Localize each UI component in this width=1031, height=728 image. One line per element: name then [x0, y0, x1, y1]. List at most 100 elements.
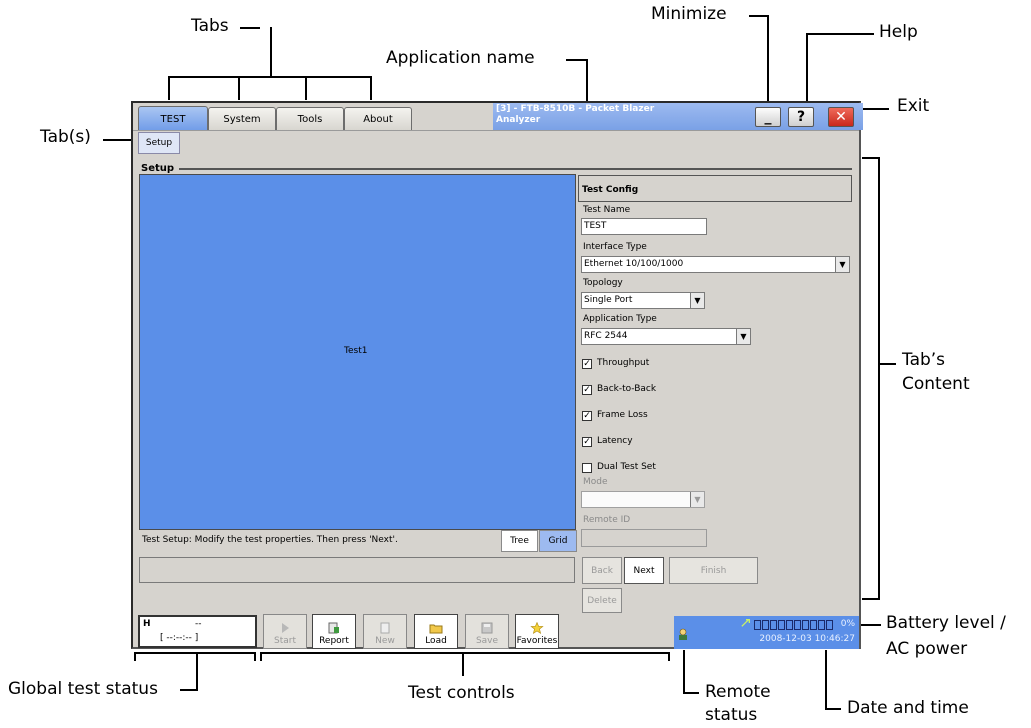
test-name-field[interactable]: TEST — [581, 218, 707, 235]
frame-loss-checkbox[interactable]: ✓ — [582, 411, 592, 421]
subtab-setup[interactable]: Setup — [138, 132, 180, 154]
new-button[interactable]: New — [363, 614, 407, 649]
callout-line — [683, 650, 685, 694]
tab-tools[interactable]: Tools — [276, 107, 344, 130]
annotation-exit: Exit — [897, 96, 930, 116]
callout-line — [270, 27, 272, 77]
callout-line — [806, 33, 874, 35]
tab-about[interactable]: About — [344, 107, 412, 130]
canvas-node-label[interactable]: Test1 — [344, 346, 367, 356]
callout-line — [134, 652, 256, 654]
annotation-tabs: Tabs — [191, 16, 229, 36]
callout-line — [668, 652, 670, 661]
callout-line — [240, 27, 260, 29]
callout-line — [825, 708, 841, 710]
callout-line — [566, 59, 588, 61]
report-button[interactable]: Report — [312, 614, 356, 649]
status-timer: [ --:--:-- ] — [160, 633, 199, 643]
title-bar: [3] - FTB-8510B - Packet Blazer Analyzer… — [493, 103, 863, 130]
status-top-value: -- — [195, 619, 202, 629]
setup-status-text: Test Setup: Modify the test properties. … — [142, 535, 398, 545]
topology-label: Topology — [583, 278, 623, 288]
start-button[interactable]: Start — [263, 614, 307, 649]
callout-line — [749, 15, 769, 17]
tree-view-button[interactable]: Tree — [501, 530, 538, 552]
latency-label: Latency — [597, 436, 633, 446]
callout-line — [806, 33, 808, 105]
latency-checkbox[interactable]: ✓ — [582, 437, 592, 447]
topology-select[interactable]: Single Port ▼ — [581, 292, 705, 309]
annotation-global-test-status: Global test status — [8, 679, 158, 699]
callout-line — [859, 108, 889, 110]
application-window: TEST System Tools About [3] - FTB-8510B … — [131, 101, 863, 649]
help-button[interactable]: ? — [788, 107, 814, 127]
interface-type-select[interactable]: Ethernet 10/100/1000 ▼ — [581, 256, 850, 273]
next-button[interactable]: Next — [624, 557, 664, 584]
favorites-button[interactable]: Favorites — [515, 614, 559, 649]
global-test-status[interactable]: H -- [ --:--:-- ] — [138, 615, 257, 648]
chevron-down-icon[interactable]: ▼ — [690, 293, 704, 308]
callout-line — [825, 650, 827, 710]
back-to-back-checkbox[interactable]: ✓ — [582, 385, 592, 395]
annotation-battery-1: Battery level / — [886, 613, 1006, 633]
annotation-test-controls: Test controls — [408, 683, 515, 703]
callout-line — [683, 692, 699, 694]
save-icon — [481, 622, 493, 634]
chevron-down-icon[interactable]: ▼ — [736, 329, 750, 344]
dual-test-set-checkbox[interactable] — [582, 463, 592, 473]
chevron-down-icon: ▼ — [690, 492, 704, 507]
callout-line — [134, 652, 136, 661]
annotation-minimize: Minimize — [651, 4, 727, 24]
grid-view-button[interactable]: Grid — [539, 530, 577, 552]
callout-line — [878, 363, 896, 365]
frame-loss-label: Frame Loss — [597, 410, 648, 420]
annotation-tabs-content-1: Tab’s — [902, 350, 946, 370]
callout-line — [767, 15, 769, 105]
star-icon — [530, 622, 544, 634]
throughput-checkbox[interactable]: ✓ — [582, 359, 592, 369]
status-h-label: H — [143, 619, 151, 629]
dual-test-set-label: Dual Test Set — [597, 462, 656, 472]
section-title: Setup — [141, 163, 175, 174]
battery-percent: 0% — [840, 619, 855, 629]
exit-button[interactable]: ✕ — [828, 107, 854, 127]
tab-test[interactable]: TEST — [138, 106, 208, 131]
new-document-icon — [380, 622, 390, 634]
remote-id-field — [581, 529, 707, 547]
annotation-application-name: Application name — [386, 48, 535, 68]
callout-line — [878, 157, 880, 600]
finish-button[interactable]: Finish — [669, 557, 758, 584]
subtab-row — [133, 130, 859, 157]
callout-line — [196, 652, 198, 691]
report-icon — [328, 622, 339, 634]
tab-system[interactable]: System — [208, 107, 276, 130]
application-type-select[interactable]: RFC 2544 ▼ — [581, 328, 751, 345]
app-title: [3] - FTB-8510B - Packet Blazer Analyzer — [496, 104, 655, 125]
save-button[interactable]: Save — [465, 614, 509, 649]
chevron-down-icon[interactable]: ▼ — [835, 257, 849, 272]
callout-line — [180, 689, 198, 691]
back-button[interactable]: Back — [582, 557, 622, 584]
callout-line — [260, 652, 262, 661]
delete-button[interactable]: Delete — [582, 588, 622, 613]
remote-id-label: Remote ID — [583, 515, 631, 525]
battery-level-bar — [754, 620, 833, 630]
date-time: 2008-12-03 10:46:27 — [759, 634, 855, 644]
section-divider — [179, 168, 852, 170]
minimize-button[interactable]: _ — [755, 107, 781, 127]
annotation-tabs-content-2: Content — [902, 374, 970, 394]
application-type-label: Application Type — [583, 314, 657, 324]
callout-line — [238, 76, 240, 100]
callout-line — [260, 652, 670, 654]
annotation-remote-status-2: status — [705, 705, 758, 725]
back-to-back-label: Back-to-Back — [597, 384, 657, 394]
callout-line — [586, 59, 588, 101]
remote-status-icon[interactable] — [677, 627, 691, 641]
throughput-label: Throughput — [597, 358, 650, 368]
test-canvas[interactable]: Test1 — [139, 174, 576, 530]
load-button[interactable]: Load — [414, 614, 458, 649]
mode-label: Mode — [583, 477, 608, 487]
mode-select: ▼ — [581, 491, 705, 508]
callout-line — [254, 652, 256, 661]
status-bar: 0% 2008-12-03 10:46:27 — [674, 616, 859, 649]
